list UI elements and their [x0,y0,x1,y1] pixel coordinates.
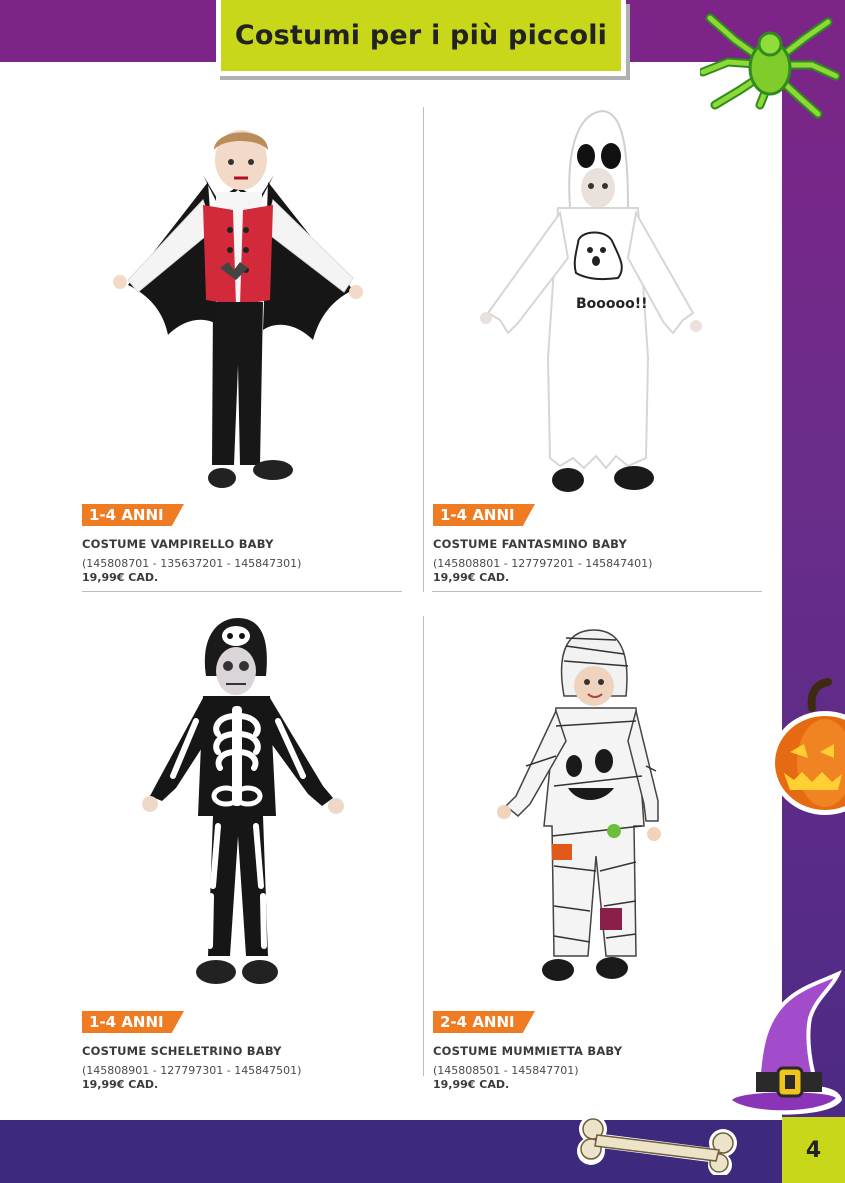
age-badge: 1-4 ANNI [82,1011,184,1033]
product-codes: (145808501 - 145847701) [433,1064,579,1077]
column-divider-top [423,107,424,592]
spider-icon [700,10,840,120]
age-badge: 1-4 ANNI [82,504,184,526]
product-price: 19,99€ CAD. [433,571,510,584]
age-badge: 2-4 ANNI [433,1011,535,1033]
title-box: Costumi per i più piccoli [216,0,626,76]
product-codes: (145808801 - 127797201 - 145847401) [433,557,653,570]
pumpkin-icon [770,678,845,818]
product-name[interactable]: COSTUME VAMPIRELLO BABY [82,537,274,551]
product-codes: (145808901 - 127797301 - 145847501) [82,1064,302,1077]
product-photo-skeleton[interactable] [138,616,358,994]
age-badge: 1-4 ANNI [433,504,535,526]
row-divider-left [82,591,402,592]
witch-hat-icon [720,968,845,1123]
product-photo-ghost[interactable]: Booooo!! [478,108,708,498]
product-price: 19,99€ CAD. [82,1078,159,1091]
product-name[interactable]: COSTUME MUMMIETTA BABY [433,1044,622,1058]
product-price: 19,99€ CAD. [433,1078,510,1091]
page-title: Costumi per i più piccoli [234,20,608,51]
product-name[interactable]: COSTUME FANTASMINO BABY [433,537,627,551]
page-number: 4 [782,1117,845,1183]
product-price: 19,99€ CAD. [82,571,159,584]
costume-print-text: Booooo!! [576,296,648,312]
product-name[interactable]: COSTUME SCHELETRINO BABY [82,1044,282,1058]
row-divider-right [432,591,762,592]
product-photo-vampire[interactable] [108,120,368,495]
product-photo-mummy[interactable] [496,626,666,984]
bone-icon [575,1113,740,1175]
product-codes: (145808701 - 135637201 - 145847301) [82,557,302,570]
column-divider-bottom [423,616,424,1076]
